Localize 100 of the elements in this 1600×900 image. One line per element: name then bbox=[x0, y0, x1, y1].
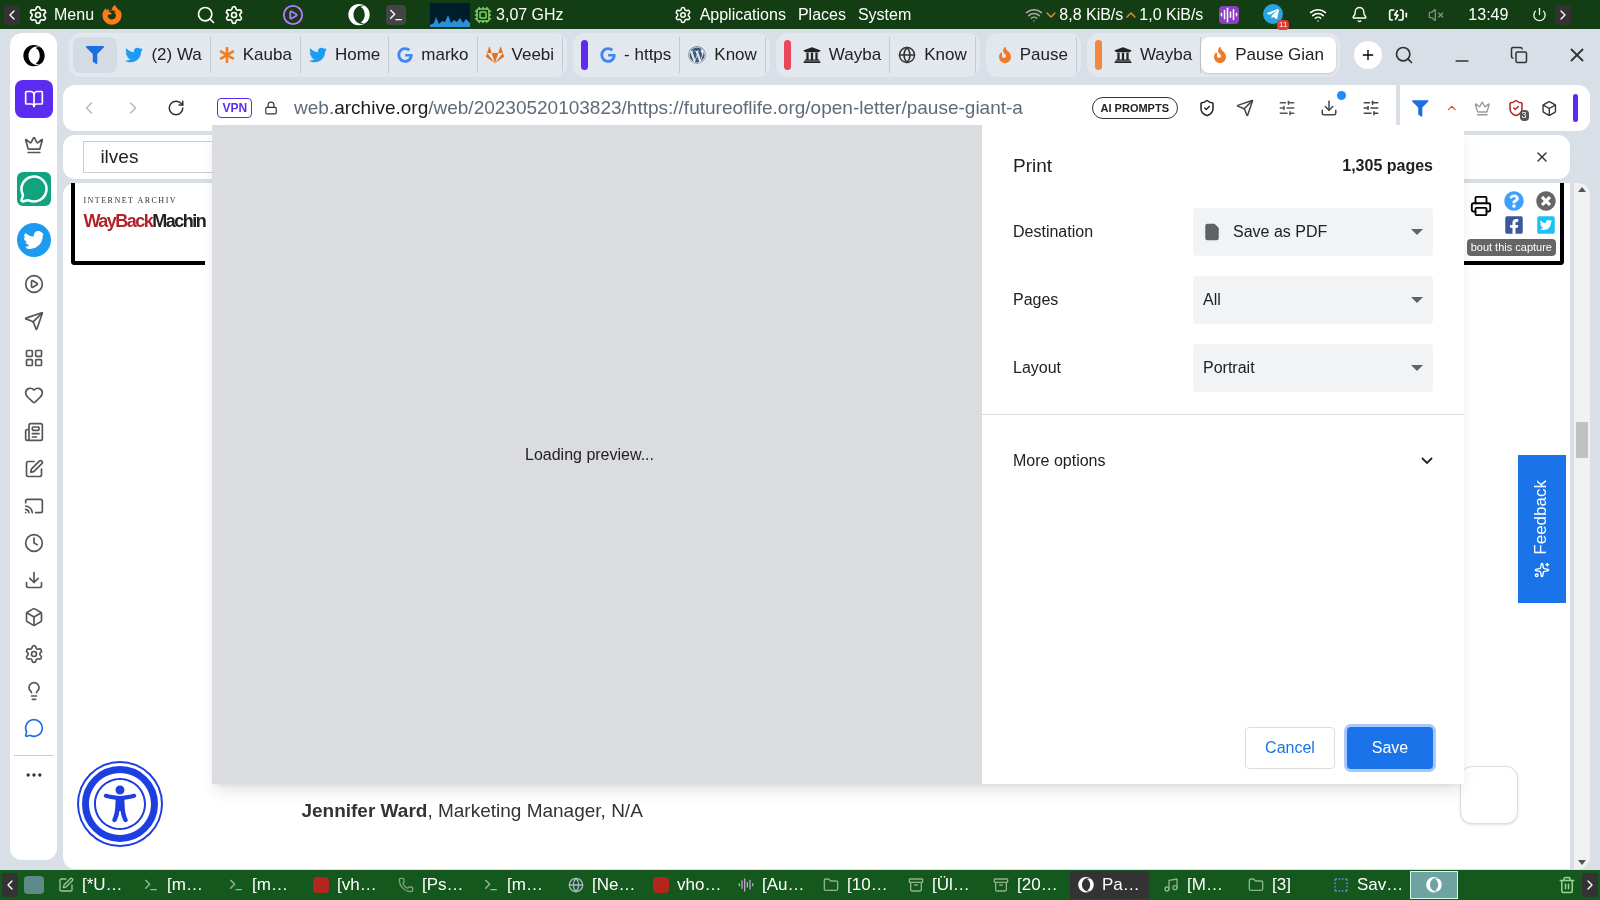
tab[interactable]: (2) Wa bbox=[117, 37, 211, 73]
cube-icon[interactable] bbox=[23, 607, 44, 627]
tab[interactable]: Pause Gian bbox=[1201, 37, 1336, 73]
settings-icon[interactable] bbox=[23, 644, 44, 664]
tab[interactable] bbox=[73, 37, 118, 73]
close-icon[interactable] bbox=[1536, 191, 1556, 211]
more-options-toggle[interactable]: More options bbox=[982, 414, 1464, 507]
chevron-right-icon[interactable] bbox=[1555, 4, 1572, 25]
bird-icon[interactable] bbox=[16, 223, 51, 257]
tab[interactable]: Know bbox=[890, 37, 976, 73]
shield-icon[interactable] bbox=[1198, 99, 1216, 117]
power-icon[interactable] bbox=[1532, 7, 1548, 22]
tab[interactable]: Kauba bbox=[210, 37, 301, 73]
crown-icon[interactable] bbox=[23, 135, 44, 155]
scroll-thumb[interactable] bbox=[1576, 422, 1588, 458]
tab[interactable]: Know bbox=[680, 37, 766, 73]
settings-sliders-icon[interactable] bbox=[1362, 99, 1380, 117]
taskbar-item[interactable]: [m… bbox=[135, 871, 214, 899]
bell-icon[interactable] bbox=[1351, 6, 1369, 23]
audio-visualizer-icon[interactable] bbox=[1219, 5, 1240, 24]
bookmarks-button[interactable] bbox=[14, 80, 53, 118]
tab-group-marker[interactable] bbox=[783, 40, 791, 70]
opera-logo-icon[interactable] bbox=[22, 45, 45, 67]
facebook-icon[interactable] bbox=[1504, 215, 1524, 235]
taskbar-item[interactable]: [m… bbox=[475, 871, 554, 899]
download-icon[interactable] bbox=[1320, 99, 1338, 117]
taskbar-item[interactable]: [3] bbox=[1240, 871, 1319, 899]
chevron-right-icon[interactable] bbox=[1582, 873, 1598, 897]
save-button[interactable]: Save bbox=[1347, 727, 1433, 769]
telegram-icon[interactable] bbox=[1263, 3, 1284, 24]
new-tab-button[interactable] bbox=[1354, 41, 1382, 69]
taskbar-item[interactable]: [*U… bbox=[50, 871, 129, 899]
scroll-down-icon[interactable] bbox=[1578, 860, 1586, 865]
about-capture-link[interactable]: bout this capture bbox=[1466, 239, 1556, 256]
tab[interactable]: Home bbox=[300, 37, 390, 73]
vpn-badge[interactable]: VPN bbox=[217, 98, 253, 118]
send-icon[interactable] bbox=[1236, 99, 1254, 117]
taskbar-item[interactable]: vho… bbox=[645, 871, 724, 899]
tor-icon[interactable] bbox=[282, 3, 305, 26]
cube-icon[interactable] bbox=[1540, 99, 1558, 117]
firefox-icon[interactable] bbox=[102, 4, 123, 25]
sliders-icon[interactable] bbox=[1278, 99, 1296, 117]
tab[interactable]: Veebi bbox=[477, 37, 564, 73]
select-field[interactable]: Portrait bbox=[1193, 343, 1433, 392]
opera-icon[interactable] bbox=[348, 3, 371, 26]
restore-icon[interactable] bbox=[1510, 46, 1528, 64]
speech-bubble-icon[interactable] bbox=[23, 718, 44, 738]
panel-menu[interactable]: Places bbox=[797, 2, 846, 27]
taskbar-item[interactable]: [Au… bbox=[730, 871, 809, 899]
send-icon[interactable] bbox=[23, 311, 44, 331]
download-icon[interactable] bbox=[23, 570, 44, 590]
pen-icon[interactable] bbox=[23, 459, 44, 479]
news-icon[interactable] bbox=[23, 422, 44, 442]
reload-icon[interactable] bbox=[167, 99, 186, 117]
tab-group-marker[interactable] bbox=[1094, 40, 1102, 70]
shield-icon[interactable] bbox=[1506, 99, 1525, 117]
tab-group-marker[interactable] bbox=[581, 40, 589, 70]
taskbar-item[interactable]: [Ps… bbox=[390, 871, 469, 899]
grid-icon[interactable] bbox=[23, 348, 44, 368]
archive-icon bbox=[908, 877, 924, 893]
taskbar-item[interactable]: [20… bbox=[985, 871, 1064, 899]
chevron-left-icon[interactable] bbox=[2, 873, 18, 897]
tab[interactable]: Wayba bbox=[794, 37, 891, 73]
tab[interactable]: Wayba bbox=[1105, 37, 1202, 73]
heart-icon[interactable] bbox=[23, 385, 44, 405]
menu-label[interactable]: Menu bbox=[54, 2, 95, 27]
cast-icon[interactable] bbox=[23, 496, 44, 516]
panel-menu[interactable]: Applications bbox=[699, 2, 786, 27]
taskbar-item[interactable]: [Ne… bbox=[560, 871, 639, 899]
chevron-left-icon[interactable] bbox=[4, 4, 20, 25]
taskbar-item[interactable]: [Ül… bbox=[900, 871, 979, 899]
muted-speaker-icon[interactable] bbox=[1428, 6, 1445, 23]
taskbar-item[interactable]: [vh… bbox=[305, 871, 384, 899]
url-text[interactable]: web.archive.org/web/20230520103823/https://futureoflife.org/open-letter/pause-giant-a bbox=[294, 93, 1023, 123]
clock-icon[interactable] bbox=[23, 533, 44, 553]
cancel-button[interactable]: Cancel bbox=[1245, 727, 1335, 769]
chat-icon[interactable] bbox=[16, 172, 51, 206]
select-field[interactable]: Save as PDF bbox=[1193, 207, 1433, 256]
panel-menu[interactable]: System bbox=[857, 2, 912, 27]
opera-launcher[interactable] bbox=[1410, 871, 1458, 899]
tab[interactable]: - https bbox=[592, 37, 681, 73]
feedback-tab[interactable]: Feedback bbox=[1518, 455, 1566, 603]
gears-icon[interactable] bbox=[224, 4, 245, 25]
play-icon[interactable] bbox=[23, 274, 44, 294]
taskbar-item[interactable]: [m… bbox=[220, 871, 299, 899]
clock[interactable]: 13:49 bbox=[1468, 2, 1509, 27]
tab[interactable]: marko bbox=[389, 37, 478, 73]
trash-icon[interactable] bbox=[1558, 875, 1576, 895]
terminal-icon[interactable] bbox=[386, 4, 407, 25]
taskbar-item[interactable]: [10… bbox=[815, 871, 894, 899]
search-icon[interactable] bbox=[196, 4, 217, 25]
search-icon[interactable] bbox=[1394, 45, 1414, 65]
taskbar-item[interactable]: Pa… bbox=[1070, 871, 1149, 899]
scroll-up-icon[interactable] bbox=[1578, 187, 1586, 192]
accessibility-icon[interactable] bbox=[79, 763, 162, 845]
select-field[interactable]: All bbox=[1193, 275, 1433, 324]
funnel-icon[interactable] bbox=[1412, 99, 1429, 117]
taskbar-item[interactable]: [M… bbox=[1155, 871, 1234, 899]
taskbar-item[interactable]: Sav… bbox=[1325, 871, 1404, 899]
tab[interactable]: Pause bbox=[989, 37, 1077, 73]
